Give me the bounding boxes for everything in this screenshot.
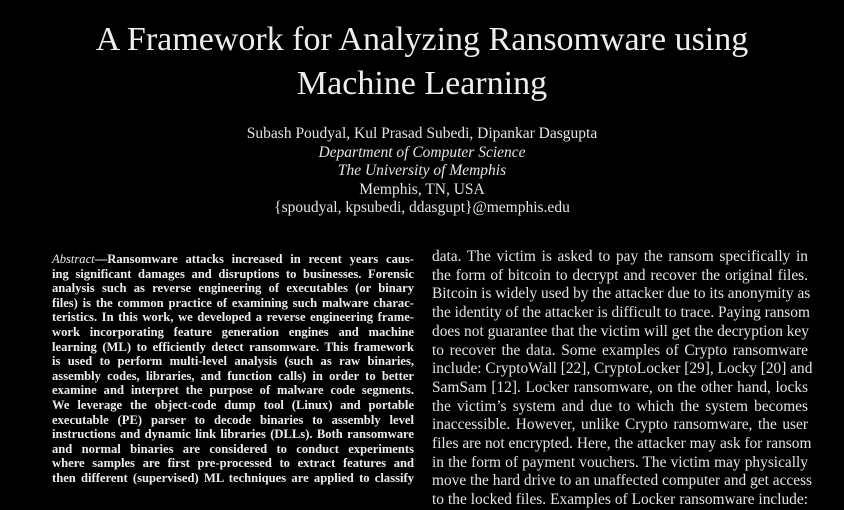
abstract-line: is used to perform multi-level analysis … [52,354,414,369]
location: Memphis, TN, USA [359,180,485,198]
abstract-line: work incorporating feature generation en… [52,324,414,339]
abstract-line: ing significant damages and disruptions … [52,266,414,281]
body-line: Bitcoin is widely used by the attacker d… [432,285,811,303]
abstract-column: Abstract—Ransomware attacks increased in… [52,252,414,486]
body-line: inaccessible. However, unlike Crypto ran… [432,416,808,434]
body-line: SamSam [12]. Locker ransomware, on the o… [432,378,808,396]
abstract-line-text: —Ransomware attacks increased in recent … [94,252,414,266]
body-line: in the form of payment vouchers. The vic… [432,453,808,471]
abstract-line: assembly codes, libraries, and function … [52,368,414,383]
emails: {spoudyal, kpsubedi, ddasgupt}@memphis.e… [274,199,570,216]
authors: Subash Poudyal, Kul Prasad Subedi, Dipan… [246,125,598,142]
abstract-line: then different (supervised) ML technique… [52,470,414,485]
body-line: the identity of the attacker is difficul… [432,304,810,322]
department: Department of Computer Science [318,143,526,161]
title-line-1: A Framework for Analyzing Ransomware usi… [95,21,749,58]
abstract-line: and normal binaries are considered to co… [52,441,414,456]
body-line: does not guarantee that the victim will … [432,322,809,340]
abstract-line: Abstract—Ransomware attacks increased in… [52,252,414,267]
abstract-line: analysis such as reverse engineering of … [52,281,414,296]
body-line: files are not encrypted. Here, the attac… [432,435,812,453]
abstract-line: files) is the common practice of examini… [52,295,414,310]
abstract-line: teristics. In this work, we developed a … [52,310,414,325]
abstract-label: Abstract [52,252,95,266]
abstract-line: where samples are first pre-processed to… [52,456,414,471]
university: The University of Memphis [337,162,507,179]
paper-title: A Framework for Analyzing Ransomware usi… [0,18,844,106]
abstract-line: instructions and dynamic link libraries … [52,427,414,442]
body-right-column: data. The victim is asked to pay the ran… [432,248,813,510]
abstract-line: executable (PE) parser to decode binarie… [52,412,414,427]
body-line: to the locked files. Examples of Locker … [432,491,808,509]
body-line: data. The victim is asked to pay the ran… [432,248,808,265]
body-line: include: CryptoWall [22], CryptoLocker [… [432,360,813,378]
title-line-2: Machine Learning [296,65,548,102]
abstract-line: We leverage the object-code dump tool (L… [52,397,414,412]
author-block: Subash Poudyal, Kul Prasad Subedi, Dipan… [0,125,844,218]
abstract-line: examine and interpret the purpose of mal… [52,383,414,398]
body-line: move the hard drive to an unaffected com… [432,472,813,490]
body-line: to recover the data. Some examples of Cr… [432,341,808,359]
body-line: the form of bitcoin to decrypt and recov… [432,266,808,284]
body-line: the victim’s system and due to which the… [432,397,808,415]
abstract-line: learning (ML) to efficiently detect rans… [52,339,414,354]
